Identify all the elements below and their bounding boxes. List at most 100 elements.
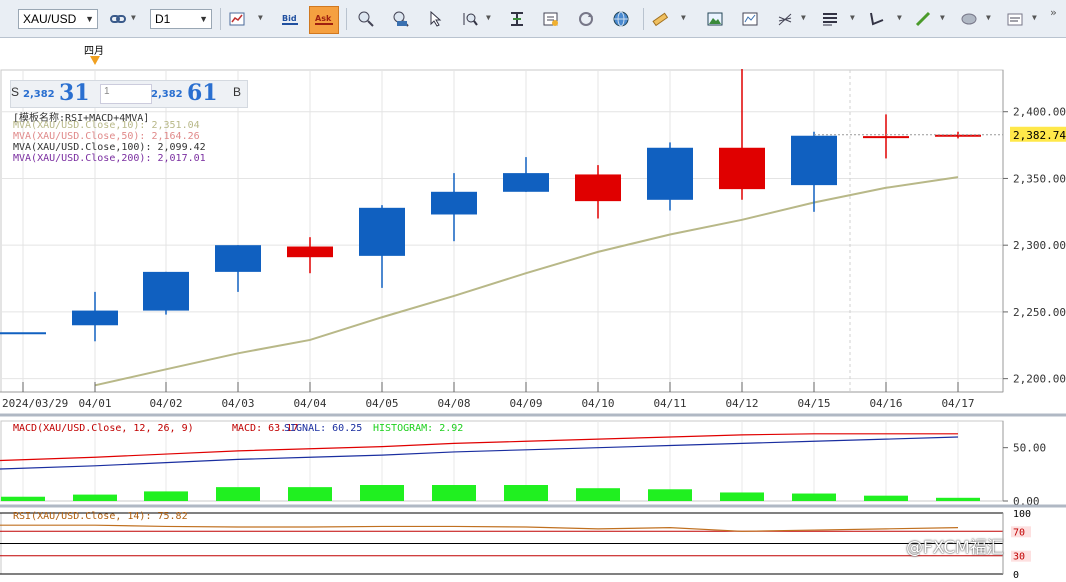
- candle: [72, 310, 118, 326]
- refresh-icon[interactable]: [578, 11, 594, 27]
- sell-label: S: [11, 85, 20, 99]
- sell-price-small[interactable]: 2,382: [23, 89, 55, 100]
- histogram-bar: [73, 494, 117, 501]
- ellipse-icon[interactable]: [961, 11, 977, 27]
- separator: [220, 8, 221, 30]
- x-tick-label: 04/09: [509, 397, 542, 410]
- histogram-bar: [576, 488, 620, 501]
- pointer-icon[interactable]: [428, 10, 444, 27]
- chevron-down-icon[interactable]: ▼: [486, 13, 491, 22]
- candle: [287, 246, 333, 258]
- x-tick-label: 04/11: [653, 397, 686, 410]
- toolbar-overflow-icon[interactable]: »: [1050, 6, 1057, 19]
- y-tick-label: 2,400.00: [1013, 106, 1066, 119]
- timeframe-value: D1: [155, 12, 171, 26]
- rsi-tick-label: 70: [1013, 527, 1025, 538]
- quantity-value: 1: [104, 86, 110, 97]
- properties-icon[interactable]: [543, 11, 559, 27]
- macd-label: MACD(XAU/USD.Close, 12, 26, 9): [13, 423, 194, 434]
- histogram-bar: [864, 495, 908, 501]
- histogram-bar: [792, 493, 836, 501]
- month-label: 四月: [84, 46, 104, 57]
- buy-label: B: [233, 85, 242, 99]
- chevron-down-icon[interactable]: ▼: [801, 13, 806, 22]
- candle: [575, 174, 621, 202]
- candle: [359, 207, 405, 256]
- candle: [431, 191, 477, 215]
- zoom-in-icon[interactable]: [358, 11, 374, 27]
- fibonacci-icon[interactable]: [777, 11, 793, 27]
- zoom-fit-icon[interactable]: [462, 11, 478, 27]
- rsi-label: RSI(XAU/USD.Close, 14): 75.82: [13, 511, 188, 522]
- chevron-down-icon[interactable]: ▼: [1032, 13, 1037, 22]
- crosshair-icon[interactable]: [509, 11, 525, 27]
- histogram-bar: [720, 492, 764, 501]
- chart-type-icon[interactable]: [229, 11, 245, 27]
- histogram-bar: [432, 485, 476, 501]
- x-tick-label: 04/02: [149, 397, 182, 410]
- x-tick-label: 2024/03/29: [2, 397, 68, 410]
- quantity-input[interactable]: 1: [100, 84, 152, 104]
- histogram-bar: [144, 491, 188, 501]
- chevron-down-icon: ▼: [85, 14, 94, 24]
- candle: [143, 271, 189, 311]
- candle: [503, 173, 549, 192]
- histogram-bar: [216, 487, 260, 501]
- y-tick-label: 2,250.00: [1013, 306, 1066, 319]
- chevron-down-icon[interactable]: ▼: [850, 13, 855, 22]
- buy-price-small[interactable]: 2,382: [151, 89, 183, 100]
- chevron-down-icon[interactable]: ▼: [258, 13, 263, 22]
- buy-price-big[interactable]: 61: [187, 80, 218, 106]
- x-tick-label: 04/04: [293, 397, 326, 410]
- link-icon[interactable]: [108, 8, 128, 30]
- histogram-bar: [288, 487, 332, 501]
- rsi-tick-label: 30: [1013, 552, 1025, 563]
- bid-icon[interactable]: Bid: [281, 11, 299, 27]
- lines-icon[interactable]: [822, 11, 838, 27]
- chevron-down-icon[interactable]: ▼: [986, 13, 991, 22]
- pen-icon[interactable]: [915, 11, 931, 27]
- x-tick-label: 04/12: [725, 397, 758, 410]
- ruler-icon[interactable]: [652, 11, 669, 27]
- chevron-down-icon[interactable]: ▼: [131, 13, 136, 22]
- svg-text:Ask: Ask: [315, 14, 332, 23]
- image-icon[interactable]: [707, 11, 723, 27]
- x-tick-label: 04/08: [437, 397, 470, 410]
- x-tick-label: 04/05: [365, 397, 398, 410]
- chevron-down-icon[interactable]: ▼: [940, 13, 945, 22]
- candle: [647, 147, 693, 200]
- x-tick-label: 04/16: [869, 397, 902, 410]
- date-marker-icon[interactable]: [90, 56, 100, 66]
- y-tick-label: 2,200.00: [1013, 373, 1066, 386]
- y-tick-label: 2,300.00: [1013, 239, 1066, 252]
- globe-icon[interactable]: [613, 11, 629, 27]
- toolbar: XAU/USD ▼ ▼ D1 ▼ ▼ Bid Ask ▼ ▼ ▼ ▼ ▼ ▼ ▼ ▼…: [0, 0, 1066, 38]
- histogram-bar: [504, 485, 548, 501]
- x-tick-label: 04/17: [941, 397, 974, 410]
- watermark: @FXCM福汇: [906, 538, 1004, 558]
- mva200-legend: MVA(XAU/USD.Close,200): 2,017.01: [13, 153, 206, 164]
- mva50-legend: MVA(XAU/USD.Close,50): 2,164.26: [13, 131, 200, 142]
- price-box: S 2,382 31 1 2,382 61 B: [10, 80, 248, 108]
- mva100-legend: MVA(XAU/USD.Close,100): 2,099.42: [13, 142, 206, 153]
- x-tick-label: 04/15: [797, 397, 830, 410]
- template-icon[interactable]: [742, 11, 758, 27]
- candle: [215, 245, 261, 272]
- trend-tool-icon[interactable]: [869, 11, 885, 27]
- histogram-bar: [648, 489, 692, 501]
- histogram-bar: [1, 496, 45, 501]
- last-price-label: 2,382.74: [1013, 129, 1066, 142]
- separator: [643, 8, 644, 30]
- candle: [791, 135, 837, 186]
- chevron-down-icon[interactable]: ▼: [897, 13, 902, 22]
- symbol-select[interactable]: XAU/USD ▼: [18, 9, 98, 29]
- text-tool-icon[interactable]: [1007, 11, 1023, 27]
- separator: [346, 8, 347, 30]
- symbol-value: XAU/USD: [23, 12, 77, 26]
- histogram-bar: [936, 497, 980, 501]
- ask-button[interactable]: Ask: [309, 6, 339, 34]
- chevron-down-icon[interactable]: ▼: [681, 13, 686, 22]
- timeframe-select[interactable]: D1 ▼: [150, 9, 212, 29]
- sell-price-big[interactable]: 31: [59, 80, 90, 106]
- zoom-out-icon[interactable]: [393, 11, 409, 27]
